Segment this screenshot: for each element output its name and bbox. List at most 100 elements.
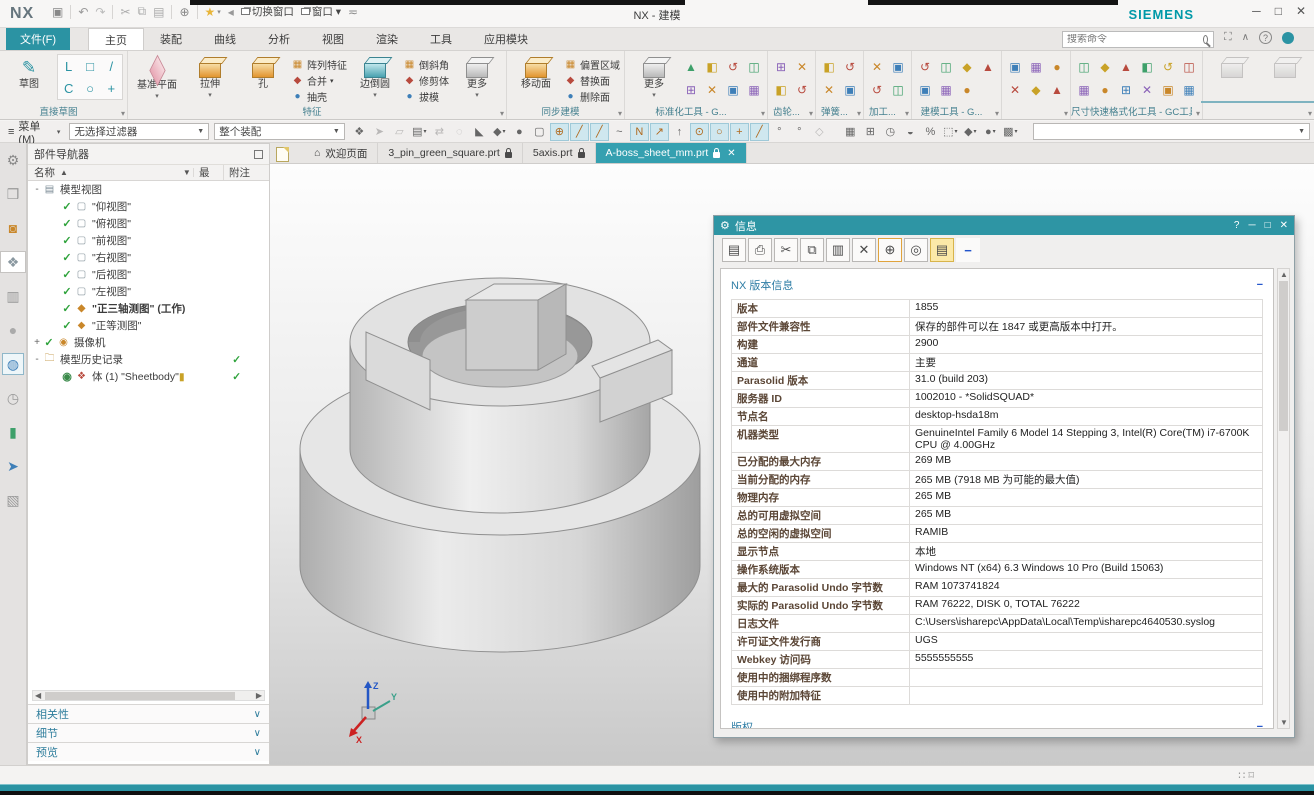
dim-parenx-icon[interactable]: ◧ (1138, 58, 1156, 76)
related-select-icon[interactable]: ⇄ (430, 123, 449, 141)
dialog-title-bar[interactable]: ⚙ 信息 ? ─ □ ✕ (714, 216, 1294, 235)
minimize-ribbon-icon[interactable]: ∧ (1242, 32, 1249, 43)
snap-midpoint-icon[interactable]: ╱ (590, 123, 609, 141)
select-group-icon[interactable]: ▤▾ (410, 123, 429, 141)
render-style-icon[interactable]: ◆▾ (961, 123, 980, 141)
check-mate-icon[interactable]: ▲ (682, 58, 700, 76)
tree-item[interactable]: -▤模型视图 (28, 181, 269, 198)
edge-blend-icon-button[interactable]: 边倒圆▾ (350, 54, 400, 99)
snap-spline-icon[interactable]: N (630, 123, 649, 141)
shell-icon-button[interactable]: ●抽壳 (291, 89, 347, 104)
collapse-section-icon[interactable]: − (1257, 279, 1263, 291)
group-dropdown-icon[interactable]: ▾ (1064, 109, 1068, 118)
maximize-button[interactable]: □ (1275, 4, 1282, 18)
triangle-tool-icon[interactable]: ↺ (916, 58, 934, 76)
minimize-button[interactable]: ─ (1252, 4, 1261, 18)
print-icon[interactable]: ⎙ (748, 238, 772, 262)
ref-set-icon[interactable]: ▦ (1027, 58, 1045, 76)
file-menu-button[interactable]: 文件(F) (6, 28, 70, 50)
fix-tool-icon[interactable]: ◧ (703, 58, 721, 76)
format-listing-icon[interactable]: ▤ (930, 238, 954, 262)
ribbon-tab-分析[interactable]: 分析 (252, 28, 306, 50)
bounding-box-icon[interactable]: ▣ (916, 81, 934, 99)
tree-item[interactable]: ✓▢"前视图" (28, 232, 269, 249)
move-face-icon-button[interactable]: 移动面 (511, 54, 561, 90)
group-dropdown-icon[interactable]: ▾ (995, 109, 999, 118)
snap-endpoint-icon[interactable]: ╱ (570, 123, 589, 141)
draft-icon-button[interactable]: ●拔模 (403, 89, 449, 104)
gear-modeling-icon[interactable]: ⊞ (772, 58, 790, 76)
dim-100-icon[interactable]: ▦ (1075, 81, 1093, 99)
snap-angle1-icon[interactable]: ° (770, 123, 789, 141)
column-note[interactable]: 附注 (224, 165, 250, 180)
tree-expander[interactable]: + (32, 337, 42, 348)
solid-select-icon[interactable]: ◆▾ (490, 123, 509, 141)
visibility-check-icon[interactable]: ✓ (60, 251, 74, 264)
gear-icon[interactable]: ⚙ (2, 149, 24, 171)
clock-view-icon[interactable]: ◷ (881, 123, 900, 141)
wire-view-icon[interactable]: ⬚▾ (941, 123, 960, 141)
copy-icon[interactable]: ⧉ (800, 238, 824, 262)
tree-item[interactable]: ✓▢"后视图" (28, 266, 269, 283)
coil-icon[interactable]: ↺ (841, 58, 859, 76)
touch-pointer-icon[interactable]: ➤ (2, 455, 24, 477)
wave-link-icon[interactable]: ▲ (1048, 81, 1066, 99)
shaded-wedge-icon[interactable]: ◣ (470, 123, 489, 141)
close-button[interactable]: ✕ (1296, 4, 1306, 18)
more-features-icon-button[interactable]: 更多▾ (452, 54, 502, 99)
group-dropdown-icon[interactable]: ▾ (121, 109, 125, 118)
machining-check-icon[interactable]: ✕ (868, 58, 886, 76)
window-view-icon[interactable]: ▦ (841, 123, 860, 141)
dim-188c-icon[interactable]: ▲ (1117, 58, 1135, 76)
system-scene-icon[interactable]: ▧ (2, 489, 24, 511)
leaf-spring-icon[interactable]: ▣ (841, 81, 859, 99)
pattern-feature-icon-button[interactable]: ▦阵列特征 (291, 57, 347, 72)
attr-tool-icon[interactable]: ◆ (1027, 81, 1045, 99)
group-dropdown-icon[interactable]: ▾ (905, 109, 909, 118)
brush-tool-icon[interactable]: ✕ (703, 81, 721, 99)
web-browser-icon[interactable]: ◍ (2, 353, 24, 375)
trim-body-icon-button[interactable]: ◆修剪体 (403, 73, 449, 88)
visibility-check-icon[interactable]: ✓ (60, 285, 74, 298)
tree-item[interactable]: ✓▢"左视图" (28, 283, 269, 300)
shade-view-icon[interactable]: ◒ (901, 123, 920, 141)
angle-dim-icon[interactable]: ▦ (1180, 81, 1198, 99)
dialog-maximize-icon[interactable]: □ (1265, 220, 1271, 231)
visibility-check-icon[interactable]: ✓ (60, 200, 74, 213)
ribbon-tab-曲线[interactable]: 曲线 (198, 28, 252, 50)
select-region-icon[interactable]: ▱ (390, 123, 409, 141)
dialog-close-icon[interactable]: ✕ (1280, 220, 1288, 231)
analysis-tool-icon[interactable]: ▣ (724, 81, 742, 99)
cut-icon[interactable]: ✂ (774, 238, 798, 262)
select-body-icon[interactable]: ❖ (350, 123, 369, 141)
export-tool-icon[interactable]: ▦ (745, 81, 763, 99)
document-tab[interactable]: 3_pin_green_square.prt (378, 143, 523, 163)
sketch-icon-button[interactable]: ✎草图 (4, 54, 54, 90)
visibility-check-icon[interactable]: ✓ (60, 217, 74, 230)
dialog-scrollbar[interactable]: ▲▼ (1277, 268, 1290, 729)
tree-item[interactable]: ✓▢"右视图" (28, 249, 269, 266)
visibility-check-icon[interactable]: ✓ (60, 302, 74, 315)
rotate-dim-icon[interactable]: ◫ (1180, 58, 1198, 76)
hd3d-tool-icon[interactable]: ● (2, 319, 24, 341)
delete-icon[interactable]: ✕ (852, 238, 876, 262)
ribbon-tab-主页[interactable]: 主页 (88, 28, 144, 50)
export-listing-icon[interactable]: ▤ (722, 238, 746, 262)
dim-mm-icon[interactable]: ✕ (1138, 81, 1156, 99)
ribbon-tab-渲染[interactable]: 渲染 (360, 28, 414, 50)
sheet-icon[interactable] (276, 147, 289, 162)
column-mid[interactable]: 最 (194, 165, 224, 180)
spring-edit-icon[interactable]: ✕ (820, 81, 838, 99)
section-细节[interactable]: 细节∨ (28, 723, 269, 742)
show-hide-eye-icon[interactable]: ◉ (60, 370, 74, 383)
close-tab-icon[interactable]: ✕ (727, 148, 735, 159)
slash-dim-icon[interactable]: ▣ (1159, 81, 1177, 99)
no-dim-icon[interactable]: ↺ (1159, 58, 1177, 76)
tree-item[interactable]: ✓◆"正等测图" (28, 317, 269, 334)
dialog-minimize-icon[interactable]: ─ (1248, 220, 1255, 231)
fullscreen-icon[interactable]: ⛶ (1224, 31, 1232, 44)
snap-point-icon[interactable]: + (730, 123, 749, 141)
snap-facet-icon[interactable]: ◇ (810, 123, 829, 141)
undock-panel-icon[interactable] (254, 150, 263, 159)
ribbon-tab-应用模块[interactable]: 应用模块 (468, 28, 544, 50)
